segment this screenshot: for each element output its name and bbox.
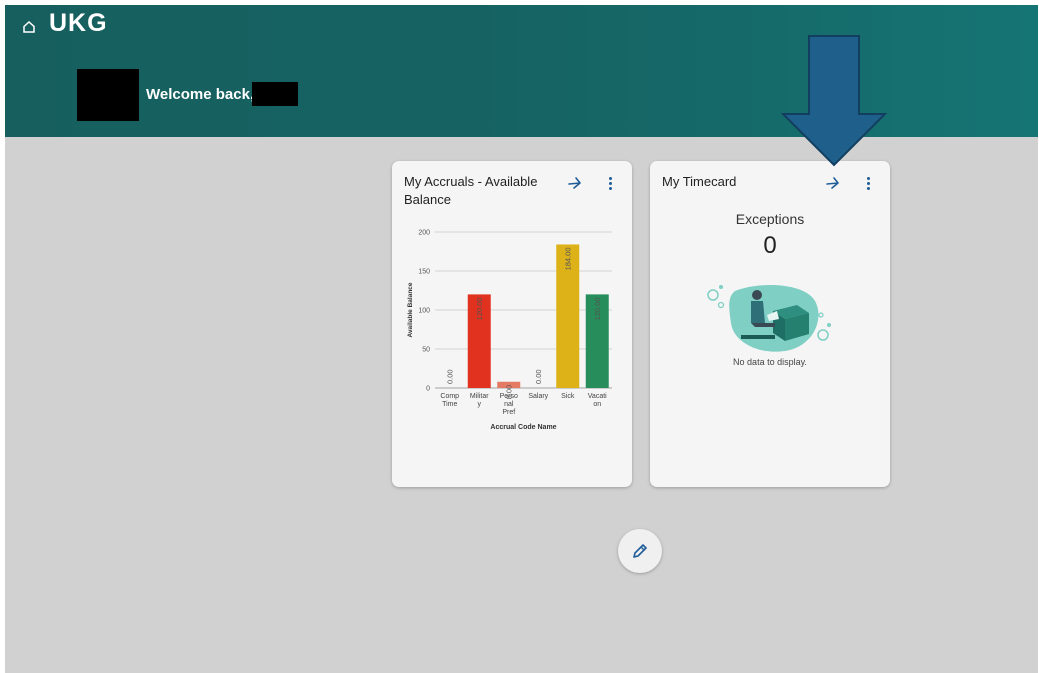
accruals-card: My Accruals - Available Balance 0 50 100 15… (392, 161, 632, 487)
no-data-message: No data to display. (733, 357, 807, 367)
x-tick-label: y (478, 401, 482, 408)
y-tick-label: 150 (418, 269, 430, 276)
x-tick-label: Time (442, 401, 457, 408)
avatar (77, 69, 139, 121)
x-axis-label: Accrual Code Name (490, 424, 556, 431)
edit-button[interactable] (618, 529, 662, 573)
exceptions-label: Exceptions (735, 211, 805, 227)
x-tick-label: Perso (500, 393, 518, 400)
x-tick-label: Sick (561, 393, 575, 400)
y-tick-label: 200 (418, 230, 430, 237)
y-tick-label: 100 (418, 308, 430, 315)
data-label: 0.00 (445, 369, 454, 384)
x-tick-label: on (593, 401, 601, 408)
arrow-right-icon[interactable] (823, 173, 843, 193)
accruals-chart: 0 50 100 150 200 Available Balance 0.00 CompTim… (407, 230, 612, 431)
home-icon[interactable] (21, 19, 37, 35)
y-axis-label: Available Balance (407, 282, 414, 337)
timecard-card-title: My Timecard (662, 174, 737, 189)
y-tick-label: 0 (426, 386, 430, 393)
annotation-arrow (781, 35, 887, 167)
user-name-redacted (252, 82, 298, 106)
x-tick-label: Vacati (588, 393, 607, 400)
x-tick-label: Salary (528, 393, 548, 400)
timecard-card: My Timecard Exceptions 0 No data to disp… (650, 161, 890, 487)
data-label: 120.00 (593, 297, 602, 320)
pencil-icon (633, 544, 647, 558)
more-options-timecard[interactable] (861, 173, 875, 193)
welcome-message: Welcome back, (146, 86, 255, 103)
y-tick-label: 50 (422, 347, 430, 354)
x-tick-label: Pref (502, 409, 515, 416)
x-tick-label: nal (504, 401, 514, 408)
app-frame: UKG Welcome back, My Accruals - Availabl… (5, 5, 1038, 673)
data-label: 120.00 (475, 297, 484, 320)
x-tick-label: Militar (470, 393, 489, 400)
empty-state-illustration (707, 285, 831, 352)
x-tick-label: Comp (440, 393, 459, 400)
ukg-logo[interactable]: UKG (49, 9, 108, 38)
data-label: 184.00 (563, 247, 572, 270)
exceptions-count: 0 (763, 232, 777, 259)
data-label: 0.00 (534, 369, 543, 384)
